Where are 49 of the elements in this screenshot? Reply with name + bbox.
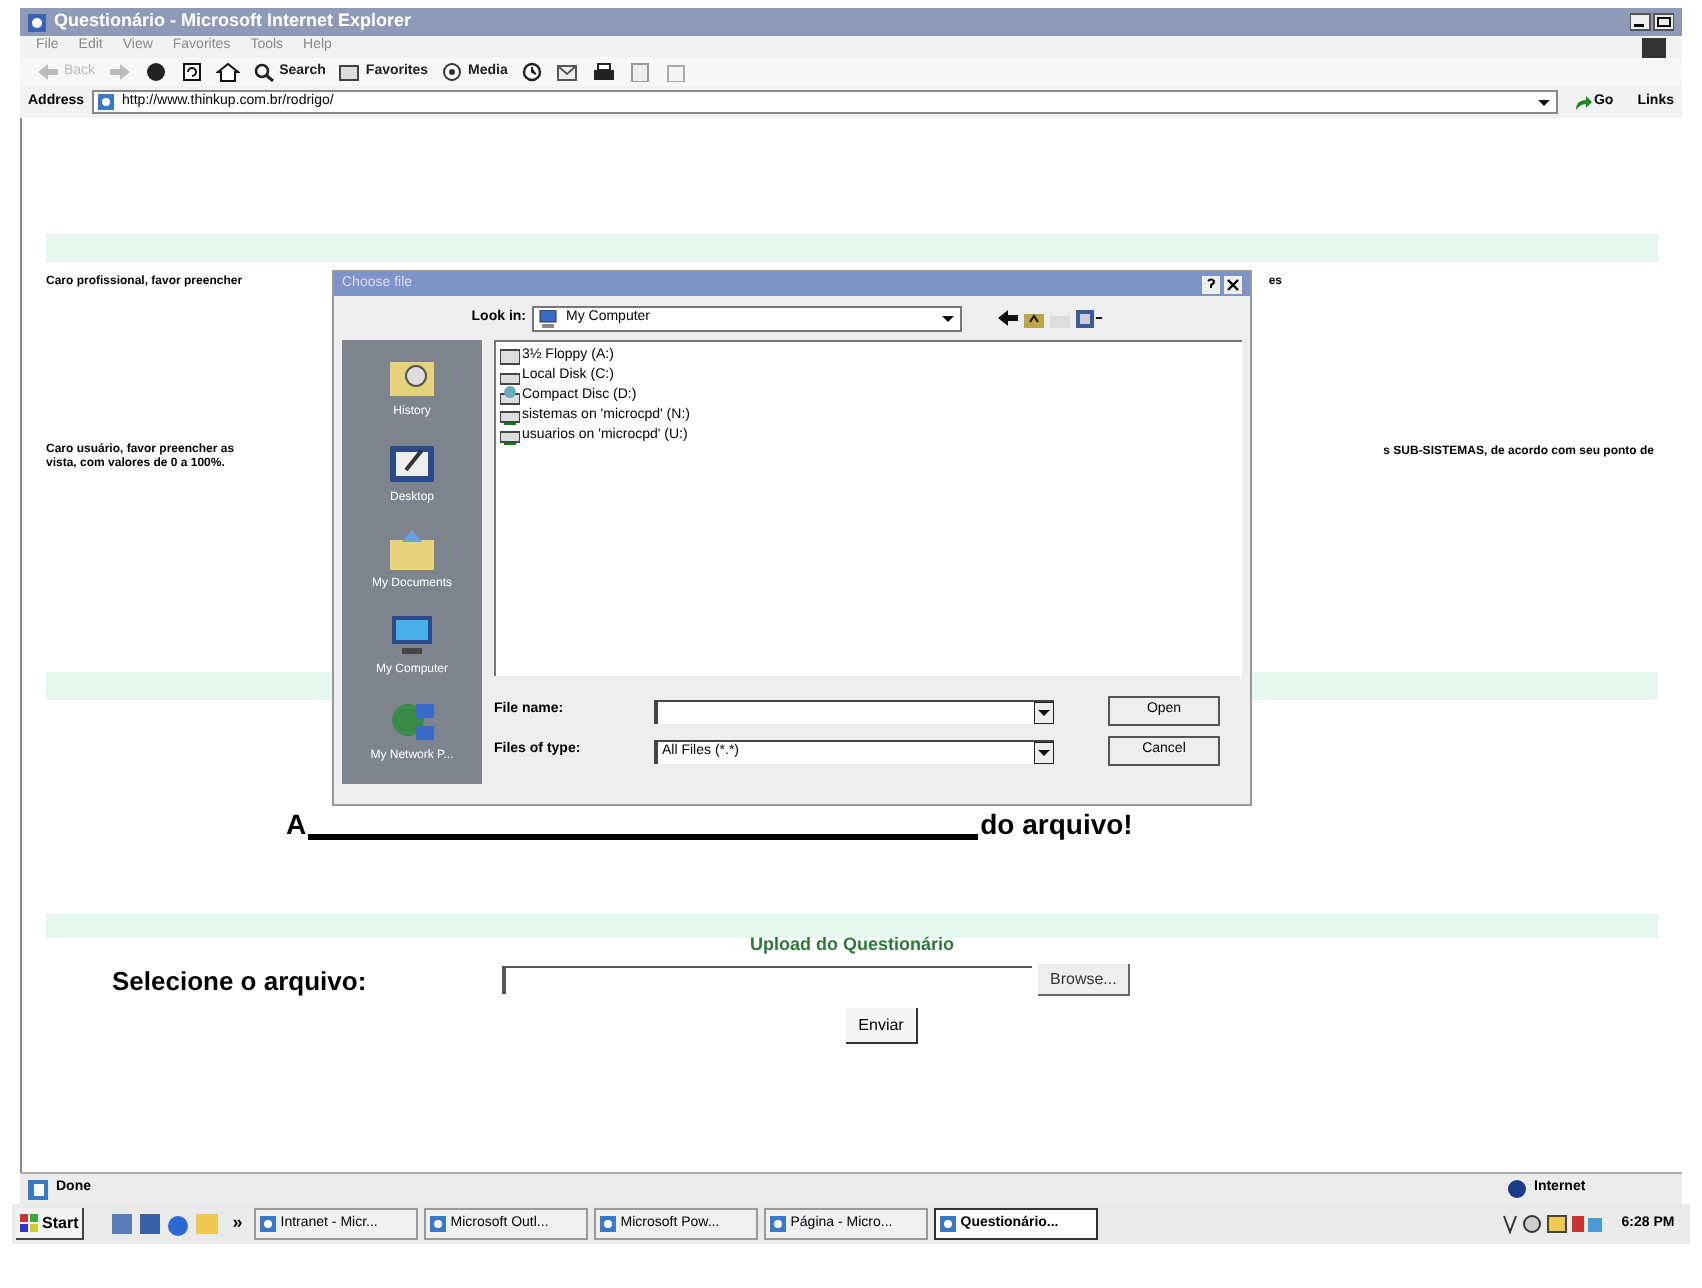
more-button[interactable]: » [226,1210,249,1238]
help-close-icon[interactable] [1202,275,1242,293]
back-arrow-icon[interactable] [998,310,1018,326]
computer-icon [538,309,558,327]
dropdown-arrow-icon [1535,94,1552,110]
quick-launch-icons[interactable] [112,1212,221,1236]
stop-button[interactable] [143,62,168,82]
network-drive-icon [500,426,520,446]
globe-icon [1508,1180,1526,1198]
file-input[interactable] [502,966,1032,995]
dropdown-arrow-icon [1034,741,1054,763]
upload-heading: Upload do Questionário [747,932,956,958]
arrow-left-icon [36,62,60,82]
page-icon [28,1179,48,1199]
globe-icon [98,94,115,110]
browser-icon [600,1216,617,1232]
history-button[interactable] [519,62,544,82]
browse-button[interactable]: Browse... [1038,964,1131,997]
favorites-icon [337,62,362,82]
file-label: Selecione o arquivo: [112,963,369,1000]
browser-icon [770,1216,787,1232]
print-button[interactable] [591,62,616,82]
home-button[interactable] [215,62,240,82]
cd-drive-icon [500,386,520,406]
floppy-drive-icon [500,346,520,366]
refresh-button[interactable] [179,62,204,82]
edit-button[interactable] [627,62,652,82]
go-arrow-icon [1573,93,1592,111]
window-controls-icon[interactable] [1630,12,1674,32]
start-button[interactable]: Start [16,1208,85,1240]
tray-icons[interactable] [1500,1212,1604,1236]
window-title: Questionário - Microsoft Internet Explorer [54,8,414,35]
browser-icon [28,13,46,31]
file-name-field[interactable] [654,699,1054,723]
browser-icon [260,1216,277,1232]
dropdown-arrow-icon [940,310,956,326]
notice-text: A [286,806,307,844]
network-drive-icon [500,406,520,426]
mail-button[interactable] [555,62,580,82]
dropdown-arrow-icon [1034,701,1054,723]
circle-icon [143,62,168,82]
submit-button[interactable]: Enviar [846,1008,918,1044]
folder-up-icon[interactable] [1024,309,1044,327]
views-icon[interactable] [1076,309,1104,327]
notice-text: do arquivo! [980,806,1133,844]
search-icon [251,62,276,82]
browser-icon [940,1216,957,1232]
browser-icon [430,1216,447,1232]
arrow-right-icon [107,62,132,82]
